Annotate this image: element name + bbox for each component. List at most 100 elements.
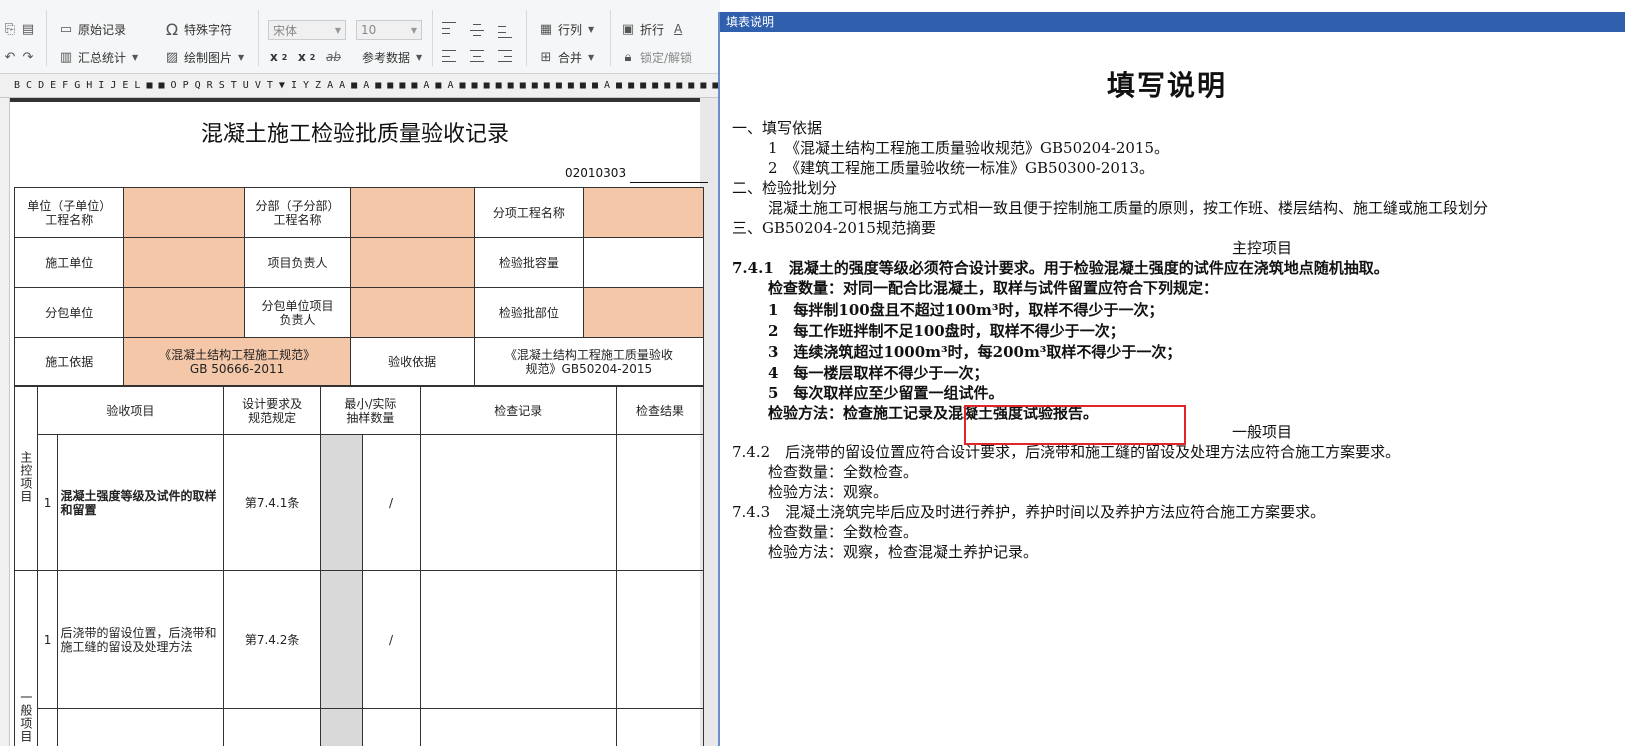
- column-letters: B C D E F G H I J E L ■ ■ O P Q R S T U …: [14, 80, 720, 91]
- row-gutter: [0, 98, 10, 746]
- panel-body: 填写说明 一、填写依据 1 《混凝土结构工程施工质量验收规范》GB50204-2…: [732, 32, 1625, 746]
- panel-titlebar[interactable]: 填表说明: [720, 12, 1625, 32]
- row-col-button[interactable]: ▦ 行列 ▼: [538, 18, 594, 40]
- row-check-result[interactable]: [616, 570, 704, 709]
- image-icon: ▨: [165, 49, 179, 65]
- align-middle-icon[interactable]: [470, 24, 484, 36]
- highlight-box: [964, 405, 1186, 445]
- align-bottom-icon[interactable]: [498, 26, 512, 38]
- redo-icon[interactable]: ↷: [20, 46, 36, 68]
- paste-icon[interactable]: ▤: [20, 18, 36, 40]
- subcontract-unit-label: 分包单位: [13, 287, 125, 338]
- items-table: 主控项目 验收项目 设计要求及 规范规定 最小/实际 抽样数量 检查记录 检查结…: [14, 386, 704, 746]
- basis-item-2: 2 《建筑工程施工质量验收统一标准》GB50300-2013。: [768, 159, 1155, 177]
- subcontract-manager-label: 分包单位项目 负责人: [244, 287, 351, 338]
- inspection-form: 混凝土施工检验批质量验收记录 02010303 单位（子单位） 工程名称 分部（…: [10, 98, 708, 746]
- bar-chart-icon: ▥: [59, 49, 73, 65]
- align-center-icon[interactable]: [470, 50, 484, 62]
- header-check-result: 检查结果: [616, 386, 704, 435]
- row-check-record[interactable]: [419, 570, 618, 709]
- row-actual-sample[interactable]: /: [361, 434, 421, 571]
- acceptance-basis-label: 验收依据: [349, 337, 475, 386]
- subcontract-manager-cell[interactable]: [349, 287, 475, 338]
- reference-data-button[interactable]: 参考数据 ▼: [362, 46, 422, 68]
- undo-icon[interactable]: ↶: [2, 46, 18, 68]
- row-min-sample[interactable]: [320, 434, 363, 571]
- unit-name-cell[interactable]: [123, 187, 246, 238]
- wrap-button[interactable]: ▣ 折行 A: [620, 18, 682, 40]
- align-top-icon[interactable]: [442, 22, 456, 34]
- item-project-label: 分项工程名称: [473, 187, 585, 238]
- construction-unit-label: 施工单位: [13, 237, 125, 288]
- table-row: 1 混凝土强度等级及试件的取样和留置 第7.4.1条 /: [15, 434, 704, 571]
- merge-icon: ⊞: [540, 49, 552, 65]
- clause-7-4-1-rule-2: 2 每工作班拌制不足100盘时，取样不得少于一次；: [768, 322, 1125, 340]
- superscript-button[interactable]: x2: [270, 46, 287, 68]
- subdivision-name-label: 分部（子分部） 工程名称: [244, 187, 351, 238]
- align-right-icon[interactable]: [498, 50, 512, 62]
- batch-capacity-cell[interactable]: [583, 237, 704, 288]
- form-code: 02010303: [565, 166, 627, 180]
- section-excerpt-heading: 三、GB50204-2015规范摘要: [732, 219, 936, 237]
- clause-7-4-1-quantity: 检查数量：对同一配合比混凝土，取样与试件留置应符合下列规定：: [768, 279, 1219, 297]
- construction-basis-cell[interactable]: 《混凝土结构工程施工规范》 GB 50666-2011: [123, 337, 351, 386]
- header-design-req: 设计要求及 规范规定: [222, 386, 322, 435]
- info-table: 单位（子单位） 工程名称 分部（子分部） 工程名称 分项工程名称 施工单位 项目…: [13, 187, 705, 386]
- clause-7-4-3-quantity: 检查数量：全数检查。: [768, 523, 919, 541]
- acceptance-basis-cell[interactable]: 《混凝土结构工程施工质量验收 规范》GB50204-2015: [473, 337, 705, 386]
- construction-basis-label: 施工依据: [13, 337, 125, 386]
- font-size-select[interactable]: 10 ▼: [356, 20, 422, 40]
- main-items-heading: 主控项目: [1231, 239, 1292, 257]
- special-char-button[interactable]: Ω 特殊字符: [164, 18, 232, 40]
- draw-picture-button[interactable]: ▨ 绘制图片 ▼: [164, 46, 244, 68]
- unit-name-label: 单位（子单位） 工程名称: [13, 187, 125, 238]
- clause-7-4-1: 7.4.1 混凝土的强度等级必须符合设计要求。用于检验混凝土强度的试件应在浇筑地…: [732, 259, 1389, 277]
- cut-icon[interactable]: ⎘: [2, 18, 18, 40]
- division-text: 混凝土施工可根据与施工方式相一致且便于控制施工质量的原则，按工作班、楼层结构、施…: [768, 199, 1489, 217]
- group-general-label: 一般项目: [14, 570, 38, 746]
- sheet-area: 混凝土施工检验批质量验收记录 02010303 单位（子单位） 工程名称 分部（…: [0, 98, 720, 746]
- subscript-button[interactable]: x2: [298, 46, 315, 68]
- header-item: 验收项目: [36, 386, 224, 435]
- batch-location-cell[interactable]: [583, 287, 704, 338]
- construction-unit-cell[interactable]: [123, 237, 246, 288]
- header-min-sample: 最小/实际 抽样数量: [320, 386, 421, 435]
- font-name-select[interactable]: 宋体 ▼: [268, 20, 346, 40]
- header-check-record: 检查记录: [419, 386, 618, 435]
- form-code-underline: [630, 182, 708, 183]
- row-number: 1: [36, 434, 59, 571]
- section-division-heading: 二、检验批划分: [732, 179, 838, 197]
- table-row: 一般项目 1 后浇带的留设位置，后浇带和施工缝的留设及处理方法 第7.4.2条 …: [14, 570, 704, 746]
- subcontract-unit-cell[interactable]: [123, 287, 246, 338]
- row-clause: 第7.4.2条: [222, 570, 322, 709]
- group-main-label: 主控项目: [14, 386, 38, 571]
- row-actual-sample[interactable]: /: [361, 570, 421, 709]
- clause-7-4-1-rule-4: 4 每一楼层取样不得少于一次；: [768, 364, 989, 382]
- summary-button[interactable]: ▥ 汇总统计 ▼: [58, 46, 138, 68]
- row-number: 1: [36, 570, 59, 709]
- row-item: 混凝土强度等级及试件的取样和留置: [57, 434, 224, 571]
- wrap-icon: ▣: [621, 21, 635, 37]
- subdivision-name-cell[interactable]: [349, 187, 475, 238]
- lock-icon: 🔒︎: [624, 49, 632, 65]
- clause-7-4-3: 7.4.3 混凝土浇筑完毕后应及时进行养护，养护时间以及养护方法应符合施工方案要…: [732, 503, 1326, 521]
- project-manager-cell[interactable]: [349, 237, 475, 288]
- original-record-button[interactable]: ▭ 原始记录: [58, 18, 126, 40]
- batch-location-label: 检验批部位: [473, 287, 585, 338]
- row-item: 后浇带的留设位置，后浇带和施工缝的留设及处理方法: [57, 570, 224, 709]
- table-icon: ▦: [539, 21, 553, 37]
- clause-7-4-1-rule-1: 1 每拌制100盘且不超过100m³时，取样不得少于一次；: [768, 301, 1164, 319]
- row-min-sample[interactable]: [320, 570, 363, 709]
- lock-button[interactable]: 🔒︎ 锁定/解锁: [620, 46, 693, 68]
- row-check-record[interactable]: [419, 434, 618, 571]
- clause-7-4-3-method: 检验方法：观察，检查混凝土养护记录。: [768, 543, 1039, 561]
- strikethrough-button[interactable]: ab: [326, 46, 341, 68]
- row-check-result[interactable]: [616, 434, 704, 571]
- item-project-cell[interactable]: [583, 187, 704, 238]
- batch-capacity-label: 检验批容量: [473, 237, 585, 288]
- row-clause: 第7.4.1条: [222, 434, 322, 571]
- merge-button[interactable]: ⊞ 合并 ▼: [538, 46, 595, 68]
- column-ruler: B C D E F G H I J E L ■ ■ O P Q R S T U …: [0, 74, 720, 98]
- clause-7-4-2-method: 检验方法：观察。: [768, 483, 889, 501]
- align-left-icon[interactable]: [442, 50, 456, 62]
